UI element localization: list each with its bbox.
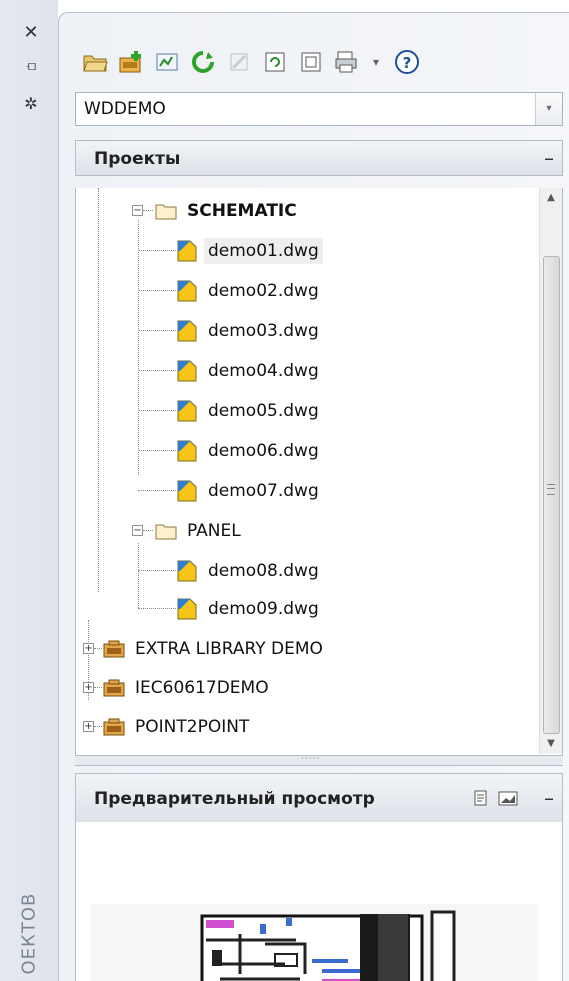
tree-item-drawing[interactable]: demo05.dwg <box>176 391 323 431</box>
minimize-icon[interactable]: – <box>544 786 554 810</box>
drawing-file-icon <box>177 598 197 620</box>
open-project-icon[interactable] <box>81 48 109 76</box>
scrollbar-thumb[interactable] <box>543 256 560 734</box>
splitter-grip-icon: ····· <box>301 754 321 764</box>
collapse-icon[interactable]: − <box>132 525 143 536</box>
scroll-down-icon[interactable]: ▼ <box>540 734 562 754</box>
collapse-icon[interactable]: − <box>132 205 143 216</box>
expand-icon[interactable]: + <box>83 682 94 693</box>
expand-icon[interactable]: + <box>83 643 94 654</box>
tree-item-drawing[interactable]: demo08.dwg <box>176 551 323 591</box>
projects-panel-title: Проекты <box>94 149 181 169</box>
tree-folder-schematic[interactable]: SCHEMATIC <box>155 191 301 231</box>
chevron-down-icon[interactable]: ▾ <box>535 93 562 125</box>
drawing-file-icon <box>177 360 197 382</box>
autohide-icon[interactable]: ⟤ <box>20 55 42 77</box>
scrollbar-grip-icon <box>547 484 555 495</box>
project-manager-window: ✕ ⟤ ✲ ОЕКТОВ ▾ ? WDDEMO ▾ Проекты – − SC… <box>0 0 569 981</box>
new-project-icon[interactable] <box>117 48 145 76</box>
project-icon <box>103 640 125 658</box>
tree-item-drawing[interactable]: demo06.dwg <box>176 431 323 471</box>
tree-item-drawing[interactable]: demo09.dwg <box>176 589 323 629</box>
project-tree[interactable]: − SCHEMATIC demo01.dwg demo02.dwg demo03… <box>75 188 563 756</box>
expand-icon[interactable]: + <box>83 721 94 732</box>
plot-dropdown-icon[interactable]: ▾ <box>369 48 383 76</box>
palette-title-strip: ✕ ⟤ ✲ ОЕКТОВ <box>0 0 58 981</box>
drawing-preview-image <box>90 904 538 981</box>
preview-panel-header[interactable]: Предварительный просмотр – <box>75 773 563 823</box>
drawing-file-icon <box>177 480 197 502</box>
close-icon[interactable]: ✕ <box>20 22 42 44</box>
folder-icon <box>155 524 177 540</box>
projects-panel-header[interactable]: Проекты – <box>75 140 563 176</box>
drawing-file-icon <box>177 440 197 462</box>
tree-item-drawing[interactable]: demo04.dwg <box>176 351 323 391</box>
project-select[interactable]: WDDEMO ▾ <box>75 92 563 126</box>
drawing-file-icon <box>177 320 197 342</box>
tree-project[interactable]: POINT2POINT <box>103 707 253 747</box>
project-icon <box>103 718 125 736</box>
palette-body: ▾ ? WDDEMO ▾ Проекты – − SCHEMATIC demo0… <box>58 12 569 981</box>
folder-icon <box>155 204 177 220</box>
preview-area <box>75 822 563 981</box>
tree-item-drawing[interactable]: demo07.dwg <box>176 471 323 511</box>
tree-folder-panel[interactable]: PANEL <box>155 511 245 551</box>
preview-image-icon[interactable] <box>498 789 518 811</box>
help-icon[interactable]: ? <box>393 48 421 76</box>
preview-panel-title: Предварительный просмотр <box>94 789 375 809</box>
title-block-icon[interactable] <box>297 48 325 76</box>
tree-scrollbar[interactable]: ▲ ▼ <box>539 188 562 754</box>
update-icon[interactable] <box>261 48 289 76</box>
drawing-file-icon <box>177 280 197 302</box>
project-icon <box>103 679 125 697</box>
properties-icon[interactable]: ✲ <box>20 93 42 115</box>
tree-project[interactable]: IEC60617DEMO <box>103 668 273 708</box>
migrate-icon[interactable] <box>225 48 253 76</box>
plot-icon[interactable] <box>333 48 361 76</box>
preview-document-icon[interactable] <box>472 789 490 811</box>
drawing-file-icon <box>177 560 197 582</box>
drawing-file-icon <box>177 400 197 422</box>
scroll-up-icon[interactable]: ▲ <box>540 188 562 208</box>
toolbar: ▾ ? <box>81 45 429 79</box>
new-drawing-icon[interactable] <box>153 48 181 76</box>
palette-vertical-title: ОЕКТОВ <box>18 892 40 975</box>
svg-text:?: ? <box>403 54 412 72</box>
tree-item-drawing[interactable]: demo02.dwg <box>176 271 323 311</box>
tree-project[interactable]: EXTRA LIBRARY DEMO <box>103 629 327 669</box>
refresh-icon[interactable] <box>189 48 217 76</box>
project-select-value: WDDEMO <box>84 99 166 119</box>
minimize-icon[interactable]: – <box>544 146 554 170</box>
drawing-file-icon <box>177 240 197 262</box>
panel-splitter[interactable]: ····· <box>75 754 563 766</box>
tree-item-drawing[interactable]: demo01.dwg <box>176 231 323 271</box>
tree-item-drawing[interactable]: demo03.dwg <box>176 311 323 351</box>
